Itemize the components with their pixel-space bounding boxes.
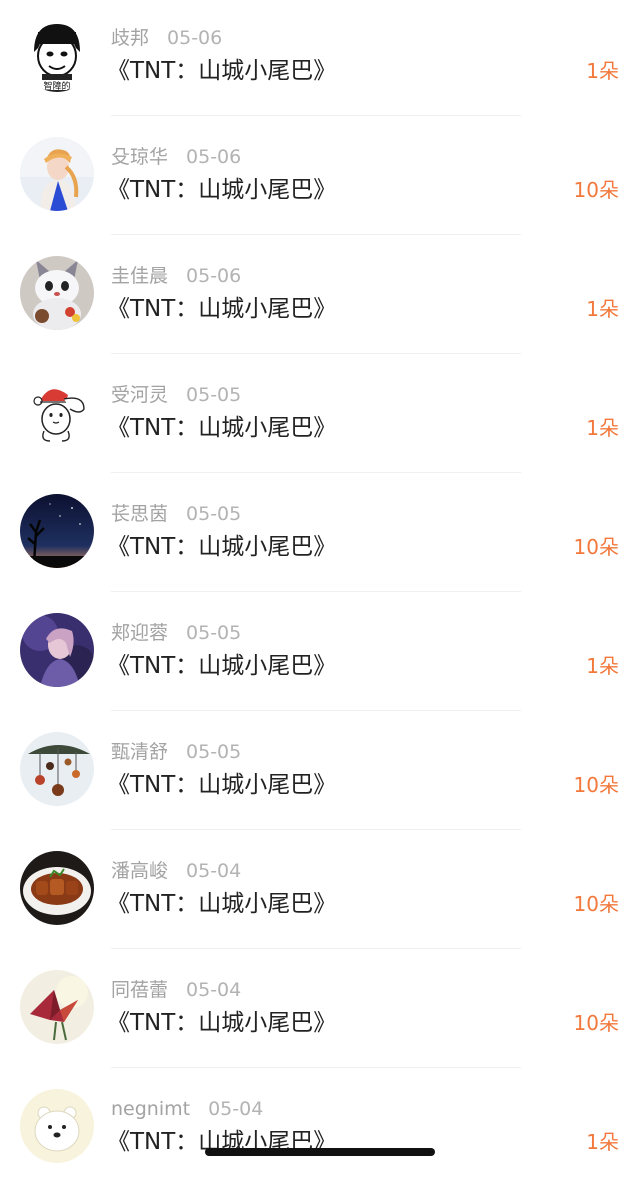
braised-pork-avatar-icon[interactable]: [20, 851, 94, 925]
night-sky-avatar-icon[interactable]: [20, 494, 94, 568]
work-title: 《TNT：山城小尾巴》: [107, 891, 337, 917]
user-name: 潘高峻: [111, 860, 169, 882]
list-item[interactable]: negnimt 05-04 《TNT：山城小尾巴》 1朵: [0, 1071, 640, 1190]
gift-count: 1朵: [586, 1130, 619, 1154]
list-item[interactable]: 殳琼华 05-06 《TNT：山城小尾巴》 10朵: [0, 119, 640, 238]
plush-cat-avatar-icon[interactable]: [20, 256, 94, 330]
row-divider: [111, 948, 521, 949]
row-divider: [111, 829, 521, 830]
row-divider: [111, 115, 521, 116]
user-name: 殳琼华: [111, 146, 169, 168]
gift-date: 05-04: [186, 979, 242, 1001]
list-item[interactable]: 智障的 歧邦 05-06 《TNT：山城小尾巴》 1朵: [0, 0, 640, 119]
list-item[interactable]: 郏迎蓉 05-05 《TNT：山城小尾巴》 1朵: [0, 595, 640, 714]
gift-date: 05-05: [186, 503, 242, 525]
purple-portrait-avatar-icon[interactable]: [20, 613, 94, 687]
gift-date: 05-05: [186, 384, 242, 406]
svg-text:智障的: 智障的: [43, 80, 70, 92]
gift-count: 10朵: [573, 892, 619, 916]
gift-count: 10朵: [573, 535, 619, 559]
wind-chimes-avatar-icon[interactable]: [20, 732, 94, 806]
user-name: 苌思茵: [111, 503, 169, 525]
girl-photo-avatar-icon[interactable]: [20, 137, 94, 211]
gift-count: 1朵: [586, 59, 619, 83]
work-title: 《TNT：山城小尾巴》: [107, 177, 337, 203]
home-indicator[interactable]: [205, 1148, 435, 1156]
gift-count: 10朵: [573, 773, 619, 797]
work-title: 《TNT：山城小尾巴》: [107, 772, 337, 798]
gift-count: 1朵: [586, 416, 619, 440]
gift-date: 05-05: [186, 622, 242, 644]
item-meta: 郏迎蓉 05-05: [111, 620, 241, 646]
item-meta: 圭佳晨 05-06: [111, 263, 241, 289]
item-meta: 受河灵 05-05: [111, 382, 241, 408]
item-meta: 殳琼华 05-06: [111, 144, 241, 170]
user-name: 受河灵: [111, 384, 169, 406]
item-meta: 潘高峻 05-04: [111, 858, 241, 884]
polar-bear-avatar-icon[interactable]: [20, 1089, 94, 1163]
row-divider: [111, 591, 521, 592]
work-title: 《TNT：山城小尾巴》: [107, 534, 337, 560]
list-item[interactable]: 受河灵 05-05 《TNT：山城小尾巴》 1朵: [0, 357, 640, 476]
list-item[interactable]: 圭佳晨 05-06 《TNT：山城小尾巴》 1朵: [0, 238, 640, 357]
item-meta: 歧邦 05-06: [111, 25, 222, 51]
row-divider: [111, 1067, 521, 1068]
gift-count: 1朵: [586, 297, 619, 321]
user-name: 甄清舒: [111, 741, 169, 763]
user-name: 同蓓蕾: [111, 979, 169, 1001]
item-meta: 苌思茵 05-05: [111, 501, 241, 527]
gift-date: 05-06: [186, 146, 242, 168]
gift-count: 10朵: [573, 178, 619, 202]
row-divider: [111, 234, 521, 235]
work-title: 《TNT：山城小尾巴》: [107, 653, 337, 679]
gift-record-list: 智障的 歧邦 05-06 《TNT：山城小尾巴》 1朵 殳琼华 05-06 《T…: [0, 0, 640, 1190]
user-name: 歧邦: [111, 27, 150, 49]
gift-date: 05-05: [186, 741, 242, 763]
item-meta: 甄清舒 05-05: [111, 739, 241, 765]
gift-date: 05-06: [167, 27, 223, 49]
gift-date: 05-04: [208, 1098, 264, 1120]
work-title: 《TNT：山城小尾巴》: [107, 415, 337, 441]
item-meta: 同蓓蕾 05-04: [111, 977, 241, 1003]
gift-count: 10朵: [573, 1011, 619, 1035]
user-name: 圭佳晨: [111, 265, 169, 287]
user-name: negnimt: [111, 1098, 191, 1120]
row-divider: [111, 710, 521, 711]
work-title: 《TNT：山城小尾巴》: [107, 296, 337, 322]
gift-count: 1朵: [586, 654, 619, 678]
paper-crane-avatar-icon[interactable]: [20, 970, 94, 1044]
work-title: 《TNT：山城小尾巴》: [107, 58, 337, 84]
meme-face-avatar-icon[interactable]: 智障的: [20, 18, 94, 92]
row-divider: [111, 472, 521, 473]
list-item[interactable]: 同蓓蕾 05-04 《TNT：山城小尾巴》 10朵: [0, 952, 640, 1071]
list-item[interactable]: 潘高峻 05-04 《TNT：山城小尾巴》 10朵: [0, 833, 640, 952]
work-title: 《TNT：山城小尾巴》: [107, 1010, 337, 1036]
gift-date: 05-06: [186, 265, 242, 287]
gift-date: 05-04: [186, 860, 242, 882]
christmas-bunny-avatar-icon[interactable]: [20, 375, 94, 449]
list-item[interactable]: 苌思茵 05-05 《TNT：山城小尾巴》 10朵: [0, 476, 640, 595]
list-item[interactable]: 甄清舒 05-05 《TNT：山城小尾巴》 10朵: [0, 714, 640, 833]
item-meta: negnimt 05-04: [111, 1096, 263, 1122]
row-divider: [111, 353, 521, 354]
user-name: 郏迎蓉: [111, 622, 169, 644]
